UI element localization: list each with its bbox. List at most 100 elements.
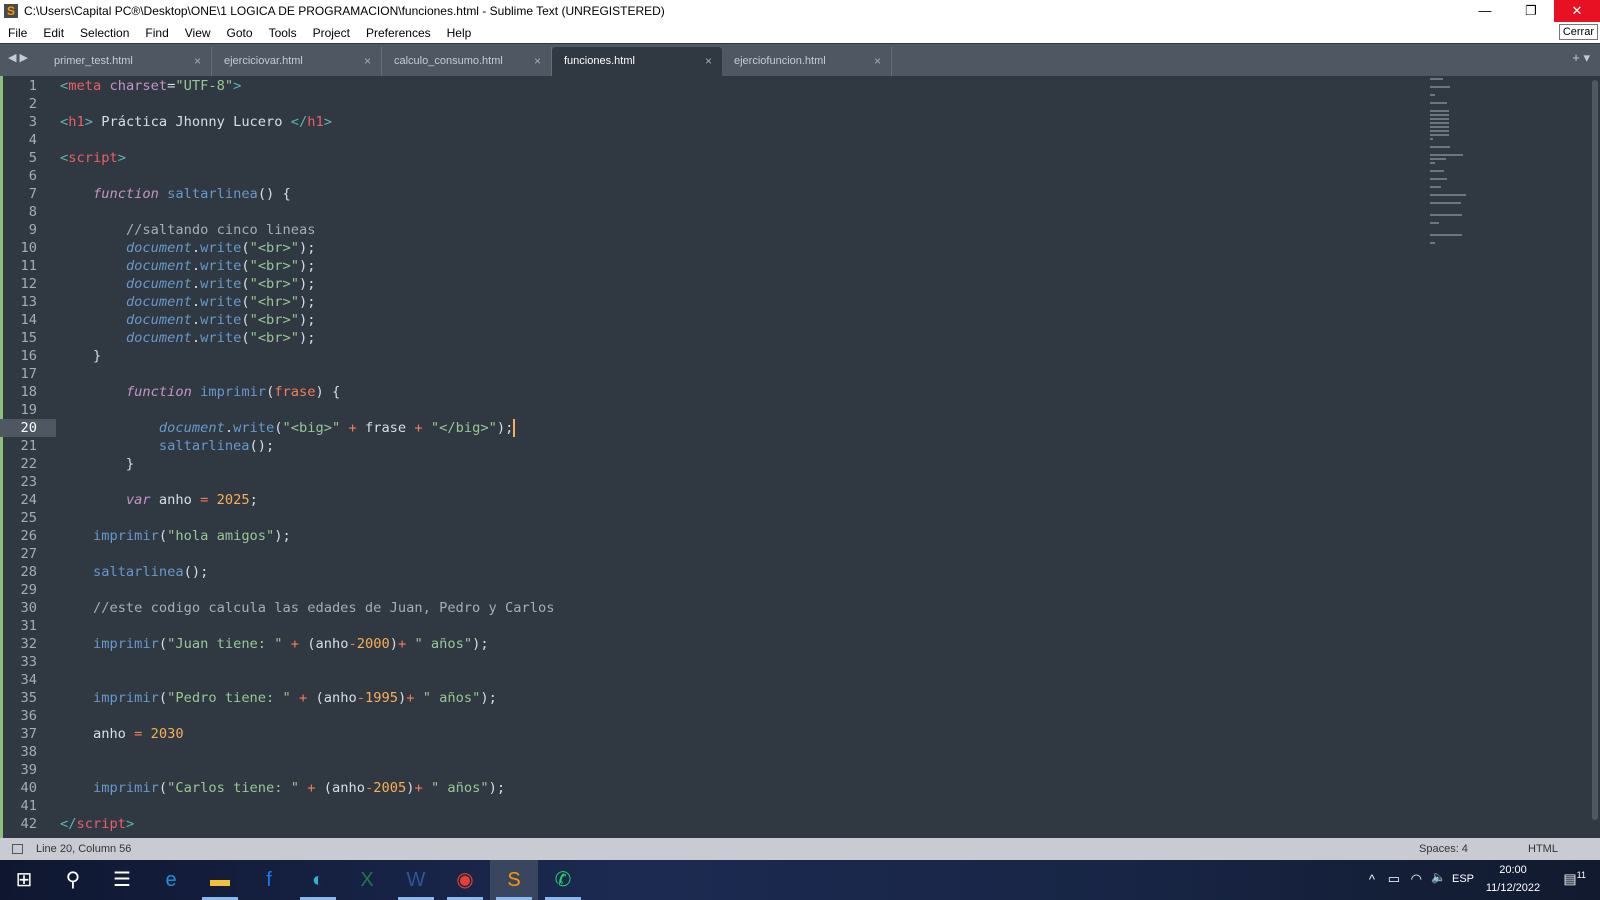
clock-date[interactable]: 11/12/2022 [1483, 882, 1543, 894]
code-token: 2005 [373, 780, 407, 796]
line-code: document.write("<br>"); [60, 311, 316, 329]
tab-nav-arrows-icon[interactable]: ◀ ▶ [8, 51, 28, 64]
line-code: <script> [60, 149, 126, 167]
syntax-setting[interactable]: HTML [1528, 838, 1558, 860]
code-token: (); [183, 564, 209, 580]
file-explorer-icon[interactable]: ▬ [196, 860, 244, 900]
minimap-line [1430, 194, 1466, 196]
clock-time[interactable]: 20:00 [1483, 864, 1543, 876]
code-token: saltarlinea [92, 564, 184, 580]
minimap-line [1430, 130, 1449, 132]
panel-toggle-icon[interactable] [12, 844, 23, 854]
start-icon[interactable]: ⊞ [0, 860, 48, 900]
code-token: write [200, 276, 242, 292]
code-token: ( [241, 258, 250, 274]
tab-label: ejerciofuncion.html [734, 55, 826, 67]
minimap-line [1430, 118, 1449, 120]
code-token: " años" [430, 780, 489, 796]
menu-selection[interactable]: Selection [80, 26, 129, 40]
tab-funciones-html[interactable]: funciones.html × [552, 47, 722, 76]
edge-icon[interactable]: ◐ [294, 860, 342, 900]
chrome-icon[interactable]: ◉ [441, 860, 489, 900]
whatsapp-icon[interactable]: ✆ [539, 860, 587, 900]
line-code: //saltando cinco lineas [60, 221, 316, 239]
tab-calculo_consumo-html[interactable]: calculo_consumo.html × [382, 47, 552, 76]
code-token: ); [480, 690, 497, 706]
wifi-icon[interactable]: ◠ [1411, 871, 1422, 887]
menu-help[interactable]: Help [447, 26, 472, 40]
code-token: ); [299, 294, 316, 310]
word-icon[interactable]: W [392, 860, 440, 900]
code-token: 2000 [356, 636, 390, 652]
menu-view[interactable]: View [185, 26, 211, 40]
line-number: 18 [20, 384, 37, 400]
new-tab-and-menu-icon[interactable]: + ▾ [1572, 50, 1590, 66]
menu-goto[interactable]: Goto [227, 26, 253, 40]
tab-close-icon[interactable]: × [874, 47, 881, 76]
code-token: imprimir [92, 690, 159, 706]
vertical-scrollbar[interactable] [1592, 80, 1598, 820]
search-icon[interactable]: ⚲ [49, 860, 97, 900]
minimap-line [1430, 78, 1444, 80]
menu-project[interactable]: Project [313, 26, 350, 40]
tab-primer_test-html[interactable]: primer_test.html × [42, 47, 212, 76]
line-number: 16 [20, 348, 37, 364]
notifications-icon[interactable]: ▤11 [1563, 870, 1586, 888]
line-code: imprimir("Carlos tiene: " + (anho-2005)+… [60, 779, 505, 797]
task-view-icon[interactable]: ☰ [98, 860, 146, 900]
tab-close-icon[interactable]: × [364, 47, 371, 76]
tab-ejerciciovar-html[interactable]: ejerciciovar.html × [212, 47, 382, 76]
indentation-setting[interactable]: Spaces: 4 [1419, 838, 1468, 860]
line-number: 4 [28, 132, 37, 148]
restore-button[interactable]: ❐ [1508, 0, 1554, 22]
menu-tools[interactable]: Tools [269, 26, 297, 40]
menu-edit[interactable]: Edit [43, 26, 64, 40]
code-token: + [307, 780, 316, 796]
tab-close-icon[interactable]: × [194, 47, 201, 76]
code-token: </ [60, 816, 77, 832]
tab-close-icon[interactable]: × [705, 47, 712, 76]
code-token: document [125, 312, 192, 328]
window-title: C:\Users\Capital PC®\Desktop\ONE\1 LOGIC… [24, 4, 665, 18]
line-number: 42 [20, 816, 37, 832]
code-token: " años" [422, 690, 481, 706]
sublime-text-icon[interactable]: S [490, 860, 538, 900]
menu-preferences[interactable]: Preferences [366, 26, 431, 40]
tab-ejerciofuncion-html[interactable]: ejerciofuncion.html × [722, 47, 892, 76]
code-token: } [60, 456, 135, 472]
line-code: document.write("<hr>"); [60, 293, 316, 311]
line-number: 32 [20, 636, 37, 652]
facebook-icon[interactable]: f [245, 860, 293, 900]
tab-close-icon[interactable]: × [534, 47, 541, 76]
code-token: write [200, 330, 242, 346]
menu-file[interactable]: File [8, 26, 27, 40]
tray-chevron-icon[interactable]: ^ [1369, 872, 1375, 887]
internet-explorer-icon[interactable]: e [147, 860, 195, 900]
line-code: } [60, 455, 134, 473]
language-indicator[interactable]: ESP [1452, 873, 1474, 885]
menu-find[interactable]: Find [145, 26, 168, 40]
code-token: charset [101, 78, 168, 94]
volume-icon[interactable]: 🔈 [1431, 870, 1446, 884]
battery-icon[interactable]: ▭ [1388, 871, 1400, 887]
code-token: . [191, 240, 201, 256]
code-editor[interactable]: 1 <meta charset="UTF-8"> 2 3 <h1> Práctica J… [0, 76, 1600, 838]
excel-icon[interactable]: X [343, 860, 391, 900]
line-number: 15 [20, 330, 37, 346]
line-number: 11 [20, 258, 37, 274]
code-token: + [290, 636, 300, 652]
minimize-button[interactable]: — [1462, 0, 1508, 22]
title-bar: S C:\Users\Capital PC®\Desktop\ONE\1 LOG… [0, 0, 1600, 22]
line-code: function saltarlinea() { [60, 185, 291, 203]
windows-taskbar: ⊞ ⚲ ☰ e ▬ f ◐ X W ◉ S ✆ ^ ▭ ◠ 🔈 ESP 20:00 11/12/202… [0, 860, 1600, 900]
close-button[interactable]: ✕ [1554, 0, 1600, 22]
line-code: <meta charset="UTF-8"> [60, 77, 241, 95]
minimap[interactable] [1430, 78, 1490, 244]
